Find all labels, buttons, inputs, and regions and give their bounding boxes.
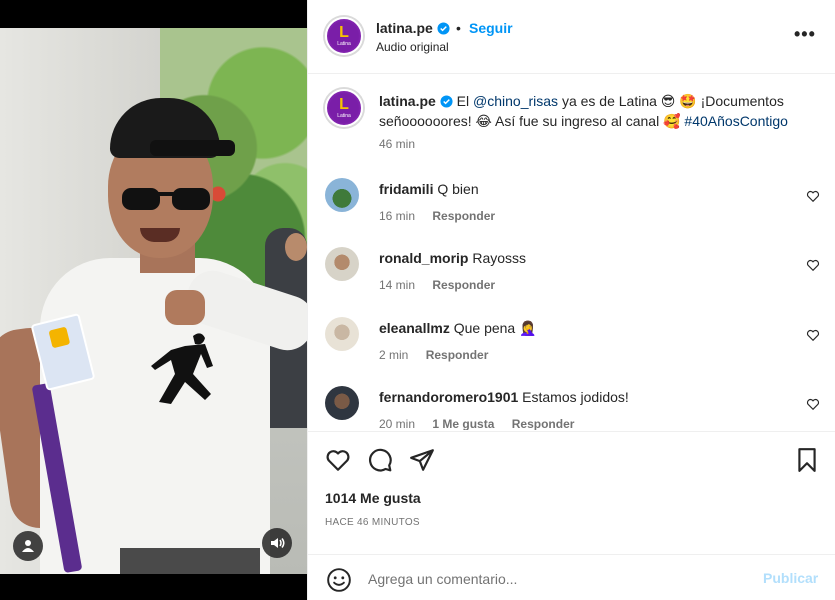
commenter-avatar[interactable] xyxy=(325,247,359,281)
audio-toggle-button[interactable] xyxy=(262,528,292,558)
reply-button[interactable]: Responder xyxy=(432,278,495,292)
comment-text: fridamili Q bien xyxy=(379,181,479,197)
sunglasses xyxy=(122,188,210,210)
avatar-logo-text: Latina xyxy=(337,113,351,119)
comment-body: Q bien xyxy=(437,181,479,197)
reply-button[interactable]: Responder xyxy=(432,209,495,223)
commenter-username[interactable]: eleanallmz xyxy=(379,320,450,336)
avatar-logo-letter: L xyxy=(339,96,349,113)
tagged-users-button[interactable] xyxy=(13,531,43,561)
post-actions: 1014 Me gusta HACE 46 MINUTOS Publicar xyxy=(308,431,835,600)
comment-body: Estamos jodidos! xyxy=(522,389,629,405)
speaker-icon xyxy=(271,538,285,548)
commenter-username[interactable]: ronald_morip xyxy=(379,250,468,266)
publish-button[interactable]: Publicar xyxy=(763,570,818,586)
background-person-head xyxy=(285,233,307,261)
reply-button[interactable]: Responder xyxy=(426,348,489,362)
avatar-logo-letter: L xyxy=(339,24,349,41)
comment-meta: 2 min Responder xyxy=(379,348,488,362)
comment-text: fernandoromero1901 Estamos jodidos! xyxy=(379,389,629,405)
caption-time[interactable]: 46 min xyxy=(379,137,415,151)
commenter-avatar[interactable] xyxy=(325,386,359,420)
like-comment-heart-icon[interactable] xyxy=(806,189,820,203)
comment-meta: 20 min 1 Me gusta Responder xyxy=(379,417,574,430)
caption-avatar[interactable]: L Latina xyxy=(325,89,363,127)
comment-input[interactable] xyxy=(368,565,748,593)
comment-text: ronald_morip Rayosss xyxy=(379,250,526,266)
comment-item: ronald_morip Rayosss 14 min Responder xyxy=(308,247,835,307)
video-frame[interactable] xyxy=(0,28,307,574)
comment-body: Rayosss xyxy=(472,250,527,266)
comment-bubble-icon[interactable] xyxy=(367,447,393,473)
comment-time[interactable]: 20 min xyxy=(379,417,415,430)
comment-text: eleanallmz Que pena 🤦‍♀️ xyxy=(379,320,537,337)
caption-hashtag[interactable]: #40AñosContigo xyxy=(684,113,788,129)
fist xyxy=(165,290,205,325)
caption-body-start: El xyxy=(452,93,474,109)
like-heart-icon[interactable] xyxy=(325,447,351,473)
like-comment-heart-icon[interactable] xyxy=(806,328,820,342)
caption-username[interactable]: latina.pe xyxy=(379,93,436,109)
post-panel: L Latina latina.pe • Seguir Audio origin… xyxy=(307,0,835,600)
comment-body: Que pena 🤦‍♀️ xyxy=(453,320,537,336)
comment-item: fridamili Q bien 16 min Responder xyxy=(308,178,835,238)
follow-button[interactable]: Seguir xyxy=(469,20,513,36)
avatar-logo-text: Latina xyxy=(337,41,351,47)
save-bookmark-icon[interactable] xyxy=(794,447,820,473)
comment-meta: 14 min Responder xyxy=(379,278,495,292)
caption-mention[interactable]: @chino_risas xyxy=(473,93,558,109)
commenter-username[interactable]: fernandoromero1901 xyxy=(379,389,518,405)
caption-text: latina.pe El @chino_risas ya es de Latin… xyxy=(379,92,814,131)
comment-time[interactable]: 14 min xyxy=(379,278,415,292)
comment-item: fernandoromero1901 Estamos jodidos! 20 m… xyxy=(308,386,835,430)
author-avatar[interactable]: L Latina xyxy=(325,17,363,55)
post-timestamp[interactable]: HACE 46 MINUTOS xyxy=(325,517,420,528)
share-paper-plane-icon[interactable] xyxy=(409,447,435,473)
pants xyxy=(120,548,260,574)
likes-count[interactable]: 1014 Me gusta xyxy=(325,490,421,506)
commenter-avatar[interactable] xyxy=(325,317,359,351)
comment-likes[interactable]: 1 Me gusta xyxy=(432,417,494,430)
emoji-smiley-icon[interactable] xyxy=(326,567,352,593)
separator-dot: • xyxy=(456,20,461,36)
add-comment-bar: Publicar xyxy=(308,554,835,600)
post-header: L Latina latina.pe • Seguir Audio origin… xyxy=(308,0,835,74)
comment-meta: 16 min Responder xyxy=(379,209,495,223)
like-comment-heart-icon[interactable] xyxy=(806,397,820,411)
jumpman-logo xyxy=(151,333,213,404)
audio-label[interactable]: Audio original xyxy=(376,40,449,54)
reply-button[interactable]: Responder xyxy=(512,417,575,430)
commenter-avatar[interactable] xyxy=(325,178,359,212)
commenter-username[interactable]: fridamili xyxy=(379,181,433,197)
user-icon xyxy=(22,540,34,552)
comment-item: eleanallmz Que pena 🤦‍♀️ 2 min Responder xyxy=(308,317,835,377)
comment-time[interactable]: 2 min xyxy=(379,348,408,362)
post-media[interactable] xyxy=(0,0,307,600)
cap-brim xyxy=(150,140,235,156)
verified-icon xyxy=(437,22,450,35)
more-options-icon[interactable]: ••• xyxy=(794,24,816,44)
verified-icon xyxy=(440,95,453,108)
like-comment-heart-icon[interactable] xyxy=(806,258,820,272)
author-username[interactable]: latina.pe xyxy=(376,20,433,36)
author-username-row: latina.pe xyxy=(376,20,450,36)
comment-time[interactable]: 16 min xyxy=(379,209,415,223)
comments-section[interactable]: L Latina latina.pe El @chino_risas ya es… xyxy=(308,75,835,430)
